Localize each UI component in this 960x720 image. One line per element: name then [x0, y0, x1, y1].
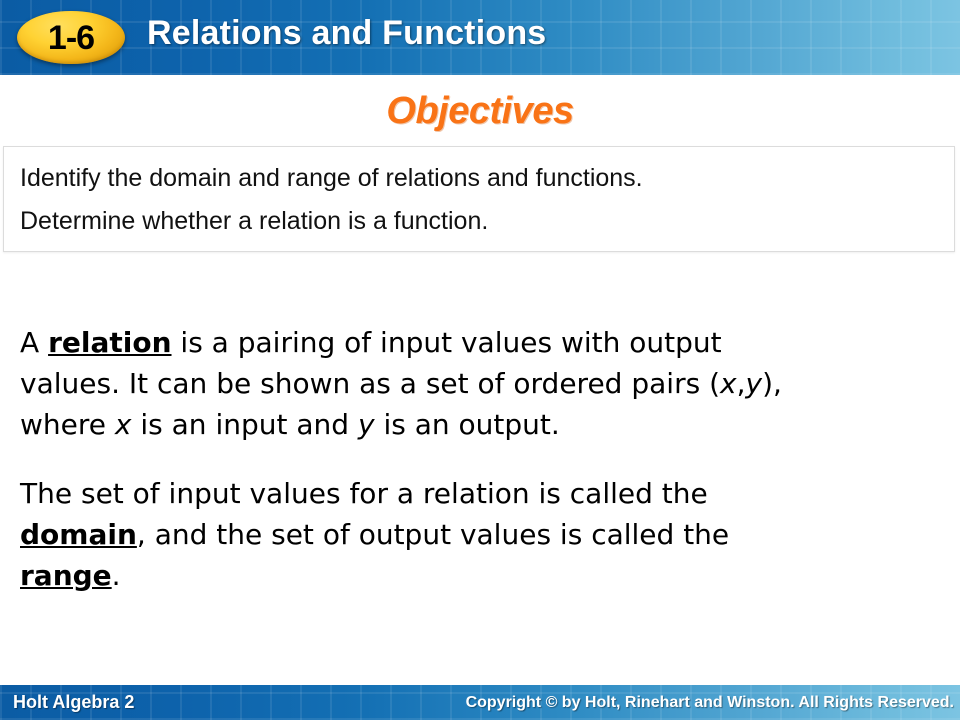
p2-text-c: .	[111, 559, 121, 592]
term-relation: relation	[48, 326, 172, 359]
p2-text-a: The set of input values for a relation i…	[20, 477, 708, 510]
paragraph-relation-definition: A relation is a pairing of input values …	[20, 322, 820, 445]
objective-item-2: Determine whether a relation is a functi…	[20, 207, 489, 235]
header-band: 1-6 Relations and Functions	[0, 0, 960, 75]
p1-text-e: is an input and	[131, 408, 358, 441]
variable-y-2: y	[357, 408, 375, 441]
body-copy: A relation is a pairing of input values …	[20, 294, 820, 624]
objectives-box: Identify the domain and range of relatio…	[3, 146, 955, 252]
footer-brand-label: Holt Algebra 2	[13, 692, 135, 712]
variable-y-1: y	[745, 367, 763, 400]
lesson-number-badge: 1-6	[17, 11, 125, 64]
paragraph-domain-range-definition: The set of input values for a relation i…	[20, 473, 820, 596]
term-domain: domain	[20, 518, 137, 551]
term-range: range	[20, 559, 112, 592]
p1-text-a: A	[20, 326, 49, 359]
objective-item-1: Identify the domain and range of relatio…	[20, 164, 643, 192]
footer-copyright-label: Copyright © by Holt, Rinehart and Winsto…	[465, 694, 954, 711]
objectives-heading: Objectives	[386, 90, 574, 132]
variable-x-2: x	[114, 408, 132, 441]
p2-text-b: , and the set of output values is called…	[136, 518, 730, 551]
variable-x-1: x	[720, 367, 737, 400]
lesson-number-label: 1-6	[47, 18, 95, 57]
lesson-title: Relations and Functions	[147, 14, 547, 52]
p1-text-f: is an output.	[374, 408, 560, 441]
footer-band: Holt Algebra 2 Copyright © by Holt, Rine…	[0, 685, 960, 720]
